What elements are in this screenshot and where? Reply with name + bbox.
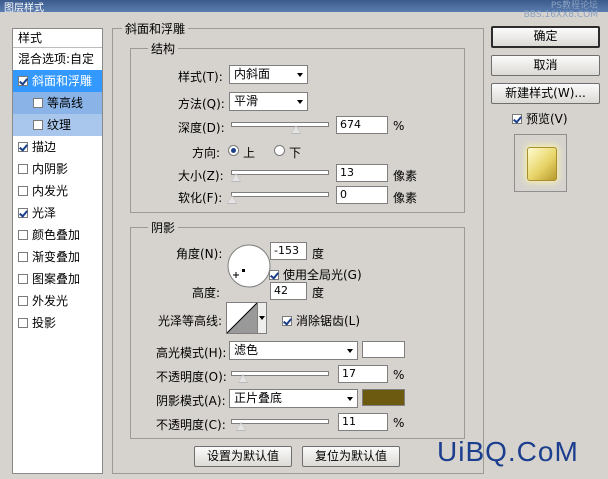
shadow-opacity-input[interactable]: 11 [338, 413, 388, 431]
list-item-inner-glow[interactable]: 内发光 [13, 180, 102, 202]
shadow-color-swatch[interactable] [362, 389, 405, 406]
altitude-input[interactable]: 42 [270, 282, 307, 300]
window-title: 图层样式 [4, 3, 44, 14]
list-item-contour[interactable]: 等高线 [13, 92, 102, 114]
altitude-unit: 度 [312, 286, 325, 300]
list-item-pattern-overlay[interactable]: 图案叠加 [13, 268, 102, 290]
highlight-mode-select[interactable]: 滤色 [229, 341, 358, 360]
blend-options-item[interactable]: 混合选项:自定 [13, 48, 102, 70]
shadow-opacity-unit: % [393, 416, 405, 430]
direction-label: 方向: [192, 146, 221, 160]
checkbox[interactable] [18, 76, 28, 86]
altitude-label: 高度: [192, 286, 221, 300]
list-item-stroke[interactable]: 描边 [13, 136, 102, 158]
chevron-down-icon [347, 349, 353, 353]
size-label: 大小(Z): [178, 169, 224, 183]
soften-label: 软化(F): [178, 191, 223, 205]
shadow-mode-label: 阴影模式(A): [156, 394, 226, 408]
direction-up-label: 上 [243, 146, 256, 160]
reset-default-button[interactable]: 复位为默认值 [302, 446, 400, 467]
technique-label: 方法(Q): [178, 97, 225, 111]
size-input[interactable]: 13 [336, 164, 388, 182]
gloss-contour-picker[interactable] [226, 302, 268, 334]
checkbox[interactable] [18, 208, 28, 218]
depth-input[interactable]: 674 [336, 116, 388, 134]
preview-thumbnail [514, 134, 567, 192]
shadow-opacity-label: 不透明度(C): [156, 418, 226, 432]
structure-title: 结构 [148, 40, 179, 57]
direction-up-radio[interactable] [228, 145, 239, 156]
highlight-mode-label: 高光模式(H): [156, 346, 227, 360]
size-unit: 像素 [393, 169, 418, 183]
checkbox[interactable] [18, 318, 28, 328]
list-item-inner-shadow[interactable]: 内阴影 [13, 158, 102, 180]
style-select[interactable]: 内斜面 [229, 65, 308, 84]
soften-input[interactable]: 0 [336, 186, 388, 204]
checkbox[interactable] [18, 252, 28, 262]
ok-button[interactable]: 确定 [491, 26, 600, 48]
list-item-texture[interactable]: 纹理 [13, 114, 102, 136]
list-item-outer-glow[interactable]: 外发光 [13, 290, 102, 312]
angle-dial[interactable] [226, 243, 272, 289]
checkbox[interactable] [33, 98, 43, 108]
list-item-drop-shadow[interactable]: 投影 [13, 312, 102, 334]
global-light-row[interactable]: 使用全局光(G) [269, 266, 362, 283]
bevel-emboss-title: 斜面和浮雕 [122, 20, 189, 37]
checkbox[interactable] [18, 274, 28, 284]
watermark-top: PS教程论坛 BBS.16XX8.COM [523, 1, 598, 20]
angle-label: 角度(N): [176, 247, 223, 261]
shadow-opacity-handle[interactable] [236, 422, 246, 431]
chevron-down-icon [297, 73, 303, 77]
technique-select[interactable]: 平滑 [229, 92, 308, 111]
angle-dot [242, 269, 245, 272]
antialias-row[interactable]: 消除锯齿(L) [282, 312, 360, 329]
style-label: 样式(T): [178, 70, 223, 84]
global-light-checkbox[interactable] [269, 270, 279, 280]
soften-slider-handle[interactable] [227, 195, 237, 204]
checkbox[interactable] [18, 186, 28, 196]
list-item-satin[interactable]: 光泽 [13, 202, 102, 224]
angle-input[interactable]: -153 [270, 242, 307, 260]
highlight-opacity-input[interactable]: 17 [338, 365, 388, 383]
highlight-color-swatch[interactable] [362, 341, 405, 358]
preview-row[interactable]: 预览(V) [512, 110, 568, 127]
new-style-button[interactable]: 新建样式(W)... [491, 83, 600, 104]
direction-down-label: 下 [289, 146, 302, 160]
chevron-down-icon [347, 397, 353, 401]
depth-label: 深度(D): [178, 121, 225, 135]
list-item-gradient-overlay[interactable]: 渐变叠加 [13, 246, 102, 268]
angle-unit: 度 [312, 247, 325, 261]
styles-list: 样式 混合选项:自定 斜面和浮雕 等高线 纹理 描边 内阴影 内发光 光泽 颜色… [12, 28, 103, 474]
highlight-opacity-handle[interactable] [238, 374, 248, 383]
list-item-color-overlay[interactable]: 颜色叠加 [13, 224, 102, 246]
checkbox[interactable] [18, 230, 28, 240]
depth-slider-handle[interactable] [291, 125, 301, 134]
depth-unit: % [393, 119, 405, 133]
chevron-down-icon [297, 100, 303, 104]
highlight-opacity-label: 不透明度(O): [156, 370, 227, 384]
checkbox[interactable] [18, 296, 28, 306]
size-slider-handle[interactable] [231, 173, 241, 182]
soften-unit: 像素 [393, 191, 418, 205]
highlight-opacity-unit: % [393, 368, 405, 382]
window-titlebar: 图层样式 [0, 0, 608, 14]
styles-header: 样式 [13, 29, 102, 48]
size-slider[interactable] [231, 170, 329, 175]
direction-down-radio[interactable] [274, 145, 285, 156]
gloss-contour-label: 光泽等高线: [158, 314, 223, 328]
watermark-bottom: UiBQ.CoM [437, 436, 579, 467]
shadow-mode-select[interactable]: 正片叠底 [229, 389, 358, 408]
checkbox[interactable] [33, 120, 43, 130]
checkbox[interactable] [18, 164, 28, 174]
cancel-button[interactable]: 取消 [491, 55, 600, 76]
preview-swatch [527, 147, 557, 181]
preview-checkbox[interactable] [512, 114, 522, 124]
depth-slider[interactable] [231, 122, 329, 127]
antialias-checkbox[interactable] [282, 316, 292, 326]
make-default-button[interactable]: 设置为默认值 [194, 446, 292, 467]
checkbox[interactable] [18, 142, 28, 152]
soften-slider[interactable] [231, 192, 329, 197]
list-item-bevel-emboss[interactable]: 斜面和浮雕 [13, 70, 102, 92]
shading-title: 阴影 [148, 219, 179, 236]
